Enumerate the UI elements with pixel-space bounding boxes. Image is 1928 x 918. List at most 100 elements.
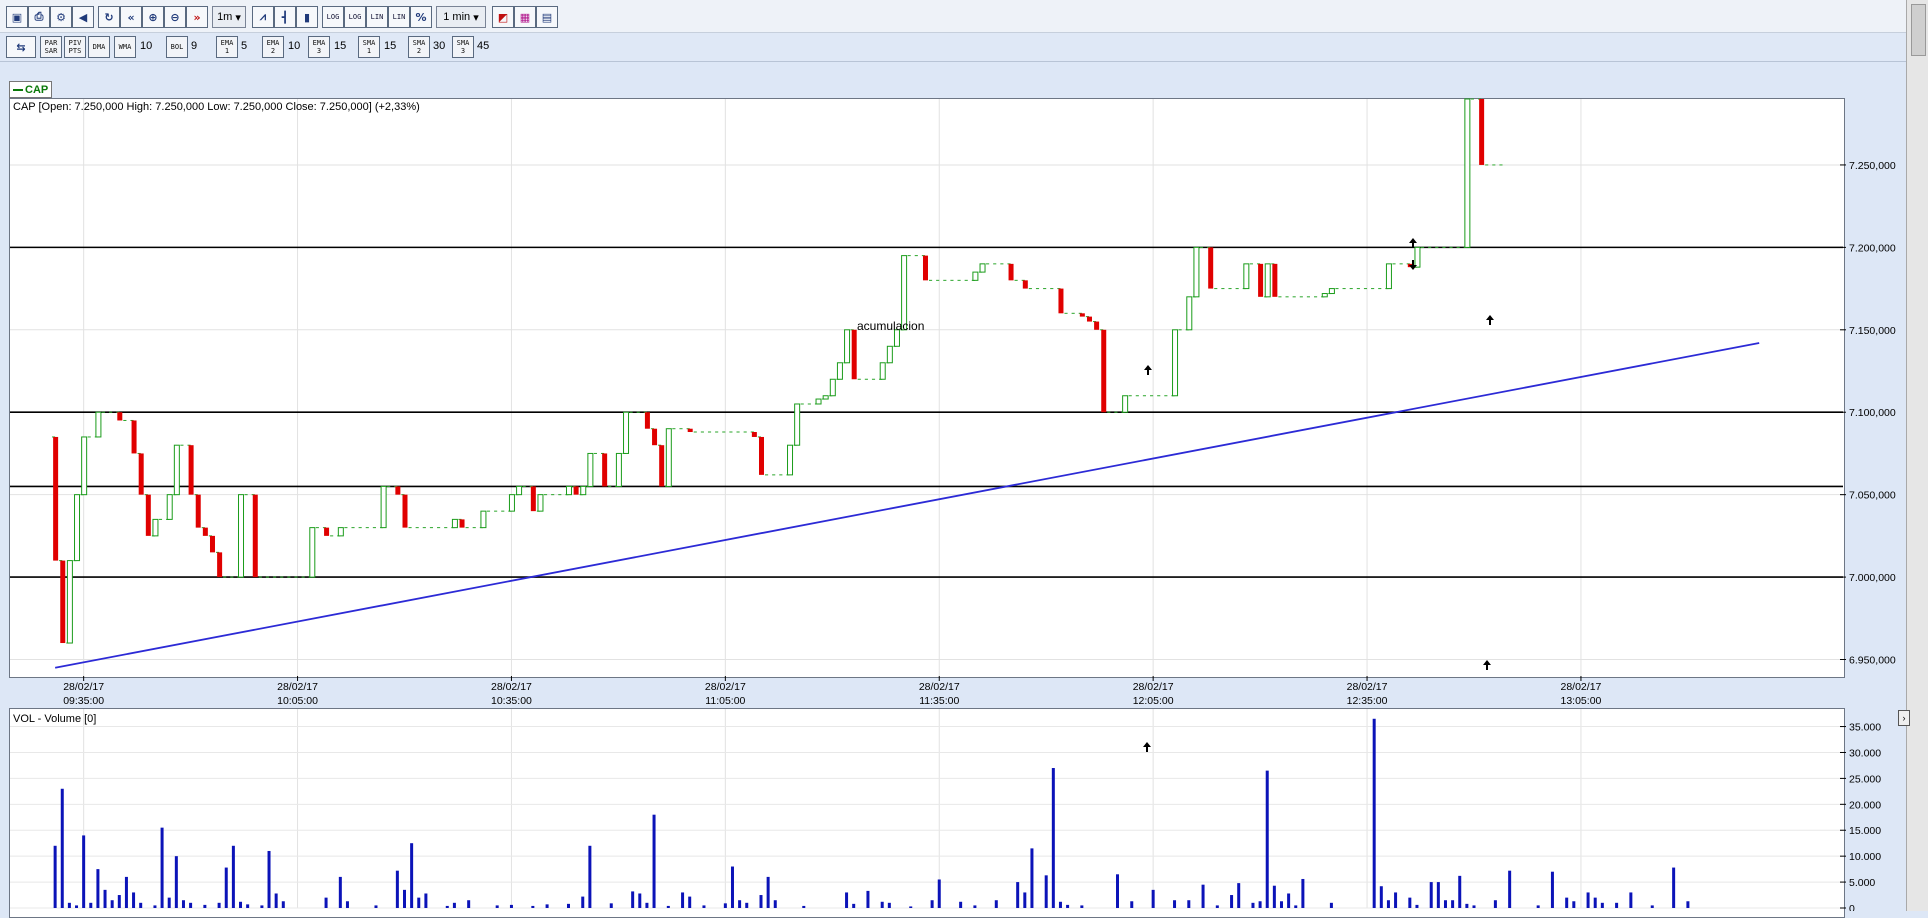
up-candle	[829, 378, 836, 397]
down-candle	[1479, 99, 1485, 165]
volume-bar	[139, 902, 143, 908]
volume-bar	[1493, 900, 1497, 908]
volume-axis: 0 5.000 10.000 15.000 20.000 25.000 30.000 35.0…	[1840, 722, 1881, 911]
up-candle	[1464, 98, 1471, 248]
volume-bar	[189, 902, 193, 908]
up-candle	[844, 329, 851, 364]
volume-bar	[424, 893, 428, 908]
volume-bar	[395, 870, 399, 908]
volume-bar	[160, 827, 164, 908]
down-candle	[1022, 280, 1028, 289]
up-candle	[1122, 395, 1129, 413]
volume-bar	[132, 892, 136, 908]
up-candle	[565, 485, 572, 496]
volume-bar	[239, 901, 243, 908]
down-candle	[1008, 263, 1014, 281]
volume-tick-label: 35.000	[1849, 722, 1881, 734]
up-candle	[615, 452, 622, 487]
time-axis: 28/02/17 09:35:00 28/02/17 10:05:00 28/02/17…	[63, 676, 1602, 707]
volume-bar	[246, 904, 250, 908]
time-tick-time: 12:35:00	[1347, 695, 1388, 707]
volume-bar	[410, 843, 414, 908]
volume-bar	[374, 905, 378, 908]
down-candle	[459, 519, 465, 528]
volume-bar	[588, 845, 592, 908]
up-candle	[508, 494, 515, 512]
down-candle	[1272, 263, 1278, 297]
volume-bar	[959, 901, 963, 908]
volume-bar	[937, 879, 941, 908]
volume-bar	[53, 845, 57, 908]
volume-bar	[930, 900, 934, 908]
volume-bar	[1586, 892, 1590, 908]
chart-canvas: 6.950,000 7.000,000 7.050,000 7.100,000 7.15…	[10, 98, 1896, 911]
volume-bar	[260, 905, 264, 908]
volume-bar	[1294, 905, 1298, 908]
up-arrow-icon	[1483, 660, 1491, 670]
volume-bar	[688, 896, 692, 908]
volume-bar	[1301, 878, 1305, 908]
volume-bar	[1508, 870, 1512, 908]
down-candle	[145, 494, 151, 536]
volume-bar	[1329, 902, 1333, 908]
up-candle	[1186, 296, 1193, 331]
time-tick-date: 28/02/17	[277, 681, 318, 693]
window-scrollbar[interactable]	[1906, 0, 1928, 911]
up-arrow-icon	[1144, 365, 1152, 375]
volume-tick-label: 5.000	[1849, 877, 1875, 889]
up-candle	[623, 411, 630, 454]
volume-bar	[231, 845, 235, 908]
time-tick-date: 28/02/17	[1133, 681, 1174, 693]
down-candle	[1058, 288, 1064, 314]
up-candle	[587, 452, 594, 487]
volume-bar	[1415, 904, 1419, 908]
down-candle	[402, 494, 408, 528]
up-candle	[822, 395, 829, 400]
volume-bar	[1279, 901, 1283, 908]
volume-bar	[1116, 874, 1119, 908]
up-candle	[173, 444, 180, 496]
price-tick-label: 7.100,000	[1849, 407, 1896, 419]
volume-bar	[75, 905, 79, 908]
up-candle	[1328, 288, 1335, 295]
up-candle	[979, 263, 986, 273]
up-arrow-icon	[1143, 742, 1151, 752]
time-tick-time: 11:05:00	[705, 695, 745, 707]
volume-bar	[267, 850, 271, 908]
volume-bar	[738, 900, 742, 908]
volume-bar	[1258, 901, 1262, 908]
volume-bar	[581, 896, 585, 908]
volume-bar	[281, 901, 285, 908]
down-candle	[131, 420, 137, 454]
volume-tick-label: 25.000	[1849, 773, 1881, 785]
up-candle	[1172, 329, 1179, 397]
scrollbar-thumb[interactable]	[1911, 4, 1926, 56]
up-candle	[451, 518, 458, 529]
volume-bar	[1272, 885, 1276, 908]
price-tick-label: 7.000,000	[1849, 572, 1896, 584]
down-candle	[659, 445, 665, 487]
time-tick-time: 09:35:00	[63, 695, 104, 707]
volume-bar	[338, 876, 342, 908]
price-series	[52, 98, 1503, 644]
volume-bar	[1615, 902, 1619, 908]
time-tick-date: 28/02/17	[491, 681, 532, 693]
trendline-segment	[54, 342, 1760, 669]
volume-bar	[467, 900, 471, 908]
up-candle	[815, 398, 822, 405]
volume-bar	[531, 905, 535, 908]
up-candle	[787, 444, 794, 476]
volume-bar	[773, 900, 777, 908]
volume-bars	[53, 718, 1690, 908]
down-candle	[217, 552, 223, 578]
up-candle	[238, 494, 245, 578]
up-candle	[1414, 246, 1421, 268]
volume-bar	[1465, 903, 1469, 908]
down-candle	[209, 535, 215, 553]
volume-tick-label: 10.000	[1849, 851, 1881, 863]
up-candle	[309, 527, 316, 578]
volume-bar	[1600, 902, 1604, 908]
up-candle	[74, 494, 81, 562]
volume-bar	[417, 897, 421, 908]
time-tick-time: 10:05:00	[277, 695, 318, 707]
